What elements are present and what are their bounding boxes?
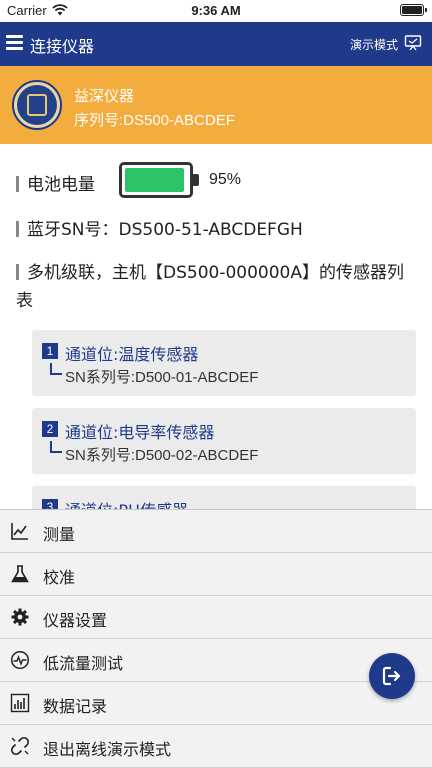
clock: 9:36 AM — [191, 3, 241, 18]
row-marker — [16, 264, 19, 280]
flask-icon — [11, 565, 29, 583]
tree-corner-icon — [50, 441, 62, 453]
gear-icon — [11, 608, 29, 626]
battery-row: 电池电量 — [16, 170, 95, 195]
battery-percent: 95% — [209, 171, 242, 188]
logout-icon — [382, 666, 401, 686]
bluetooth-row: 蓝牙SN号：DS500-51-ABCDEFGH — [16, 215, 303, 240]
battery-gauge — [119, 162, 199, 198]
menu-item-low-flow-test[interactable]: 低流量测试 — [0, 639, 432, 682]
channel-sn: SN系列号:D500-02-ABCDEF — [65, 447, 259, 464]
status-battery-icon — [400, 4, 427, 16]
row-marker — [16, 221, 19, 237]
channel-card[interactable]: 2 通道位:电导率传感器 SN系列号:D500-02-ABCDEF — [32, 408, 416, 474]
menu-item-settings[interactable]: 仪器设置 — [0, 596, 432, 639]
device-banner[interactable]: 益深仪器 序列号:DS500-ABCDEF — [0, 66, 432, 144]
cascade-label: 多机级联，主机【DS500-000000A】的传感器列表 — [16, 263, 404, 311]
demo-mode-button[interactable]: 演示模式 — [350, 36, 398, 53]
menu-item-label: 校准 — [43, 568, 76, 587]
menu-item-measure[interactable]: 测量 — [0, 510, 432, 553]
line-chart-icon — [11, 523, 28, 540]
menu-item-label: 退出离线演示模式 — [43, 740, 172, 759]
bottom-menu: 测量 校准 仪器设置 低流量测试 数据记录 退出离线演示模式 — [0, 509, 432, 768]
cascade-row: 多机级联，主机【DS500-000000A】的传感器列表 — [16, 259, 416, 315]
menu-item-label: 数据记录 — [43, 697, 108, 716]
channel-number: 2 — [42, 421, 58, 437]
unlink-icon — [10, 736, 30, 756]
bluetooth-sn: 蓝牙SN号：DS500-51-ABCDEFGH — [27, 220, 303, 240]
device-logo — [12, 80, 62, 130]
channel-sn: SN系列号:D500-01-ABCDEF — [65, 369, 259, 386]
channel-number: 1 — [42, 343, 58, 359]
demo-mode-icon[interactable] — [404, 34, 422, 52]
menu-item-label: 测量 — [43, 525, 76, 544]
battery-fill — [125, 168, 184, 192]
hamburger-menu-icon[interactable] — [6, 35, 23, 50]
channel-title: 通道位:电导率传感器 — [65, 423, 215, 442]
device-serial: 序列号:DS500-ABCDEF — [74, 112, 235, 129]
nav-bar: 连接仪器 演示模式 — [0, 22, 432, 66]
battery-label: 电池电量 — [27, 175, 95, 195]
status-bar: Carrier 9:36 AM — [0, 0, 432, 22]
pulse-icon — [10, 650, 30, 670]
menu-item-calibrate[interactable]: 校准 — [0, 553, 432, 596]
logout-button[interactable] — [369, 653, 415, 699]
tree-corner-icon — [50, 363, 62, 375]
menu-item-label: 低流量测试 — [43, 654, 124, 673]
channel-card[interactable]: 1 通道位:温度传感器 SN系列号:D500-01-ABCDEF — [32, 330, 416, 396]
row-marker — [16, 176, 19, 192]
device-name: 益深仪器 — [74, 87, 135, 105]
channel-title: 通道位:温度传感器 — [65, 345, 199, 364]
bar-chart-icon — [10, 693, 30, 713]
menu-item-exit-demo[interactable]: 退出离线演示模式 — [0, 725, 432, 768]
page-title: 连接仪器 — [30, 37, 95, 56]
menu-item-data-log[interactable]: 数据记录 — [0, 682, 432, 725]
menu-item-label: 仪器设置 — [43, 611, 108, 630]
